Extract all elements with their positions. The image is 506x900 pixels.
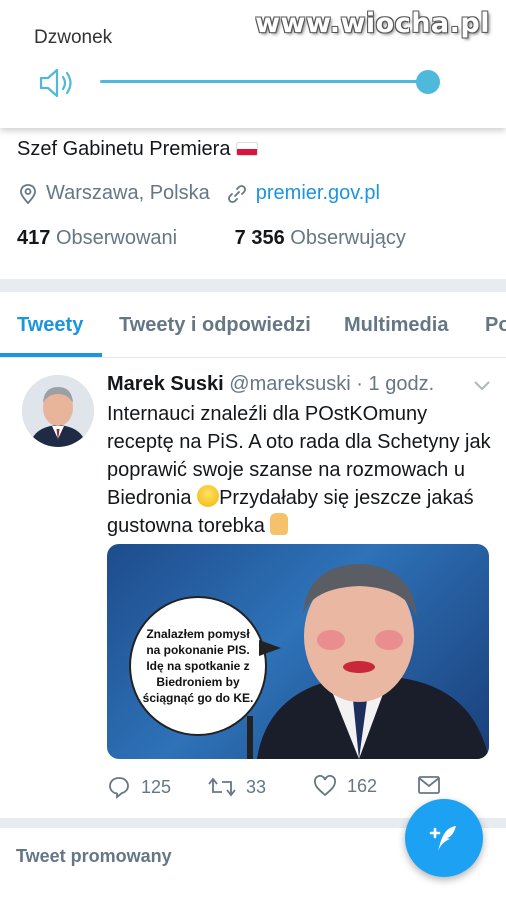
compose-feather-icon bbox=[429, 826, 456, 851]
speech-bubble-tail bbox=[259, 640, 281, 656]
following-stat[interactable]: 417 Obserwowani bbox=[17, 227, 177, 249]
followers-stat[interactable]: 7 356 Obserwujący bbox=[235, 227, 406, 249]
website-link[interactable]: premier.gov.pl bbox=[256, 182, 380, 205]
profile-tabs: Tweety Tweety i odpowiedzi Multimedia Po bbox=[0, 292, 506, 358]
avatar[interactable] bbox=[22, 375, 94, 447]
tab-media[interactable]: Multimedia bbox=[344, 314, 448, 337]
tweet-time[interactable]: 1 godz. bbox=[369, 373, 435, 395]
laughing-emoji-icon bbox=[197, 485, 220, 507]
profile-bio: Szef Gabinetu Premiera bbox=[17, 138, 259, 161]
tab-tweets-replies[interactable]: Tweety i odpowiedzi bbox=[119, 314, 311, 337]
author-handle[interactable]: @mareksuski bbox=[229, 373, 350, 395]
reply-action[interactable]: 125 bbox=[107, 775, 171, 799]
thumbs-up-emoji-icon bbox=[270, 513, 289, 535]
follow-stats: 417 Obserwowani 7 356 Obserwujący bbox=[17, 227, 406, 250]
speech-bubble: Znalazłem pomysł na pokonanie PIS. Idę n… bbox=[129, 596, 267, 736]
volume-slider-track[interactable] bbox=[100, 80, 430, 83]
watermark: www.wiocha.pl bbox=[255, 8, 490, 39]
share-action[interactable] bbox=[417, 775, 441, 795]
tab-likes[interactable]: Po bbox=[485, 314, 506, 337]
like-count: 162 bbox=[347, 775, 378, 796]
location-pin-icon bbox=[20, 183, 36, 204]
section-divider bbox=[0, 279, 506, 292]
author-name[interactable]: Marek Suski bbox=[107, 373, 224, 395]
tweet-actions: 125 33 162 bbox=[107, 775, 447, 803]
link-icon bbox=[227, 184, 246, 203]
tweet-media[interactable]: Znalazłem pomysł na pokonanie PIS. Idę n… bbox=[107, 544, 489, 759]
followers-label: Obserwujący bbox=[290, 227, 406, 249]
retweet-icon bbox=[208, 777, 236, 797]
dot-separator: · bbox=[356, 373, 363, 395]
following-count: 417 bbox=[17, 227, 51, 249]
heart-icon bbox=[314, 775, 336, 797]
volume-title: Dzwonek bbox=[34, 27, 113, 48]
location-text: Warszawa, Polska bbox=[46, 182, 210, 204]
reply-icon bbox=[109, 777, 129, 799]
volume-slider-thumb[interactable] bbox=[416, 70, 440, 94]
tweet-header: Marek Suski @mareksuski · 1 godz. bbox=[107, 373, 434, 396]
mail-icon bbox=[418, 776, 440, 794]
retweet-count: 33 bbox=[246, 776, 267, 797]
tab-tweets[interactable]: Tweety bbox=[17, 314, 83, 337]
like-action[interactable]: 162 bbox=[313, 775, 377, 797]
chevron-down-icon[interactable] bbox=[473, 380, 491, 392]
speaker-icon[interactable] bbox=[38, 66, 78, 100]
retweet-action[interactable]: 33 bbox=[208, 775, 266, 799]
active-tab-indicator bbox=[0, 353, 102, 357]
profile-meta: Warszawa, Polska premier.gov.pl bbox=[18, 182, 380, 205]
followers-count: 7 356 bbox=[234, 227, 285, 249]
tweet-text: Internauci znaleźli dla POstKOmuny recep… bbox=[107, 400, 492, 540]
reply-count: 125 bbox=[141, 776, 172, 797]
avatar-portrait bbox=[22, 375, 94, 447]
compose-tweet-button[interactable] bbox=[405, 799, 483, 877]
bio-text: Szef Gabinetu Premiera bbox=[17, 138, 231, 160]
poland-flag-icon bbox=[236, 142, 259, 156]
following-label: Obserwowani bbox=[55, 227, 178, 249]
promoted-tweet-label: Tweet promowany bbox=[16, 846, 172, 866]
